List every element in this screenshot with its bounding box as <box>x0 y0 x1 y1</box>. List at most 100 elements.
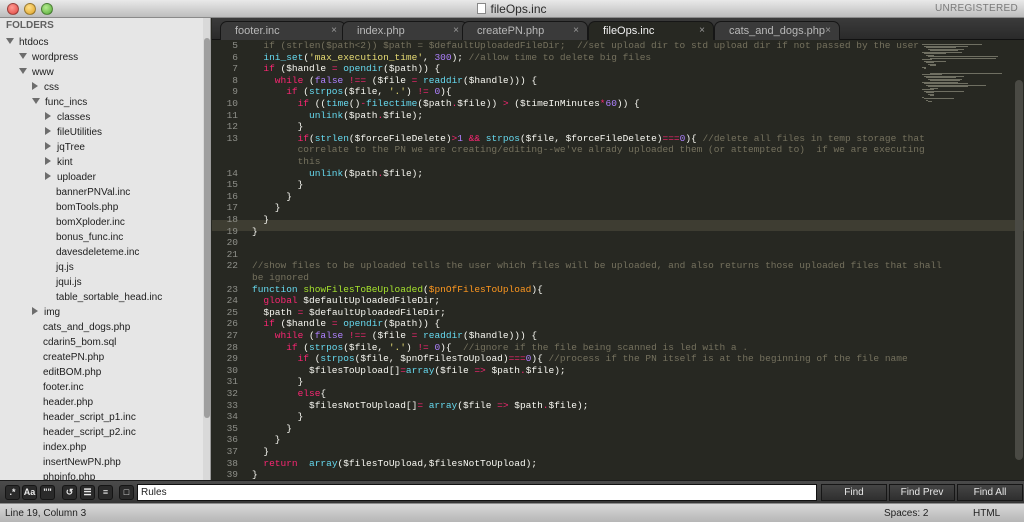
disclosure-closed-icon[interactable] <box>32 82 38 90</box>
sidebar-file-item[interactable]: bonus_func.inc <box>45 230 123 245</box>
disclosure-closed-icon[interactable] <box>45 172 51 180</box>
sidebar-folder-item[interactable]: img <box>32 305 60 320</box>
find-prev-button[interactable]: Find Prev <box>889 484 955 501</box>
sidebar-file-item[interactable]: bannerPNVal.inc <box>45 185 130 200</box>
disclosure-closed-icon[interactable] <box>45 142 51 150</box>
sidebar-file-item[interactable]: bomTools.php <box>45 200 118 215</box>
code-token: )) { <box>417 318 441 330</box>
sidebar-file-item[interactable]: header_script_p2.inc <box>32 425 136 440</box>
find-input[interactable]: Rules <box>137 484 817 501</box>
sidebar-folder-item[interactable]: classes <box>45 110 90 125</box>
disclosure-open-icon[interactable] <box>32 98 40 104</box>
sidebar-file-item[interactable]: header_script_p1.inc <box>32 410 136 425</box>
code-token: strpos <box>485 132 520 144</box>
sidebar-folder-item[interactable]: fileUtilities <box>45 125 102 140</box>
sidebar-file-item[interactable]: footer.inc <box>32 380 84 395</box>
sidebar-folder-item[interactable]: func_incs <box>32 95 87 110</box>
code-token: if <box>286 86 298 98</box>
highlight-matches-toggle[interactable]: ≡ <box>98 485 113 500</box>
preserve-case-toggle[interactable]: □ <box>119 485 134 500</box>
whole-word-toggle[interactable]: "" <box>40 485 55 500</box>
sidebar-item-label: fileUtilities <box>57 127 103 138</box>
wrap-toggle[interactable]: ↺ <box>62 485 77 500</box>
sidebar-folder-item[interactable]: wordpress <box>19 50 78 65</box>
sidebar-item-label: phpinfo.php <box>43 472 96 480</box>
code-line: if ($handle = opendir($path)) { <box>263 63 440 74</box>
sidebar-folder-item[interactable]: uploader <box>45 170 96 185</box>
disclosure-closed-icon[interactable] <box>45 112 51 120</box>
regex-toggle[interactable]: .* <box>5 485 20 500</box>
in-selection-toggle[interactable]: ☰ <box>80 485 95 500</box>
sidebar-file-item[interactable]: table_sortable_head.inc <box>45 290 162 305</box>
sidebar-folder-item[interactable]: kint <box>45 155 73 170</box>
minimap[interactable] <box>922 44 1014 104</box>
tab-index-php[interactable]: index.php × <box>342 21 468 40</box>
code-token: => <box>474 364 486 376</box>
sidebar-folder-item[interactable]: css <box>32 80 59 95</box>
sidebar-file-item[interactable]: phpinfo.php <box>32 470 95 480</box>
sidebar-file-item[interactable]: bomXploder.inc <box>45 215 125 230</box>
code-token: } <box>252 469 258 480</box>
sidebar-scroll-thumb[interactable] <box>204 38 210 418</box>
tab-close-icon[interactable]: × <box>453 25 459 36</box>
syntax-setting[interactable]: HTML <box>973 508 1000 519</box>
disclosure-closed-icon[interactable] <box>45 127 51 135</box>
tab-close-icon[interactable]: × <box>825 25 831 36</box>
sidebar-file-item[interactable]: cats_and_dogs.php <box>32 320 130 335</box>
sidebar-file-item[interactable]: insertNewPN.php <box>32 455 121 470</box>
disclosure-open-icon[interactable] <box>6 38 14 44</box>
code-token: ) <box>405 341 418 353</box>
find-all-button[interactable]: Find All <box>957 484 1023 501</box>
sidebar-file-item[interactable]: jqui.js <box>45 275 82 290</box>
code-line: } <box>252 469 258 480</box>
sidebar-file-item[interactable]: davesdeleteme.inc <box>45 245 139 260</box>
line-number: 32 <box>226 388 238 399</box>
cursor-position: Line 19, Column 3 <box>5 508 87 519</box>
find-button[interactable]: Find <box>821 484 887 501</box>
disclosure-open-icon[interactable] <box>19 53 27 59</box>
indentation-setting[interactable]: Spaces: 2 <box>884 508 928 519</box>
code-token: $path <box>388 318 418 330</box>
sidebar-scrollbar[interactable] <box>203 18 210 480</box>
code-editor[interactable]: 5 6 7 8 9 10 11 12 13 14 15 16 17 18 19 20 21 22 23 24 25 26 2… <box>212 40 1024 480</box>
code-line: $filesToUpload[]=array($file => $path.$f… <box>309 365 566 376</box>
disclosure-closed-icon[interactable] <box>45 157 51 165</box>
sidebar-file-item[interactable]: header.php <box>32 395 93 410</box>
disclosure-closed-icon[interactable] <box>32 307 38 315</box>
tab-close-icon[interactable]: × <box>573 25 579 36</box>
line-number: 8 <box>232 74 238 86</box>
code-line: $filesNotToUpload[]= array($file => $pat… <box>309 400 588 411</box>
case-sensitive-toggle[interactable]: Aa <box>22 485 37 500</box>
sidebar-folder-item[interactable]: jqTree <box>45 140 85 155</box>
sidebar-file-item[interactable]: index.php <box>32 440 86 455</box>
code-token: ); <box>451 51 469 63</box>
sidebar-file-item[interactable]: cdarin5_bom.sql <box>32 335 116 350</box>
code-token: if (strlen($path<2)) $path = $defaultUpl… <box>263 40 919 51</box>
sidebar-folder-item[interactable]: www <box>19 65 54 80</box>
code-token: if <box>297 98 309 109</box>
sidebar-item-label: jqTree <box>57 142 85 153</box>
editor-scrollbar[interactable] <box>1015 80 1023 460</box>
code-token: ($file <box>434 364 475 376</box>
sidebar-file-item[interactable]: jq.js <box>45 260 74 275</box>
tab-cats-and-dogs-php[interactable]: cats_and_dogs.php × <box>714 21 840 40</box>
tab-close-icon[interactable]: × <box>699 25 705 36</box>
sidebar-file-item[interactable]: editBOM.php <box>32 365 101 380</box>
code-line: correlate to the PN we are creating/edit… <box>298 144 925 155</box>
sidebar-header: FOLDERS <box>6 20 54 31</box>
tab-footer-inc[interactable]: footer.inc × <box>220 21 346 40</box>
code-token: filectime <box>366 98 418 109</box>
tab-fileops-inc[interactable]: fileOps.inc × <box>588 21 714 40</box>
sidebar-folder-item[interactable]: htdocs <box>6 35 48 50</box>
sidebar-item-label: cdarin5_bom.sql <box>43 337 117 348</box>
window-title-text: fileOps.inc <box>490 2 547 16</box>
tab-close-icon[interactable]: × <box>331 25 337 36</box>
code-area[interactable]: if (strlen($path<2)) $path = $defaultUpl… <box>252 40 942 480</box>
code-line: } <box>275 202 281 213</box>
sidebar-file-item[interactable]: createPN.php <box>32 350 104 365</box>
tab-createpn-php[interactable]: createPN.php × <box>462 21 588 40</box>
code-token: this <box>297 156 321 167</box>
code-line: unlink($path.$file); <box>309 168 423 179</box>
disclosure-open-icon[interactable] <box>19 68 27 74</box>
code-token: //show files to be uploaded tells the us… <box>252 260 942 272</box>
